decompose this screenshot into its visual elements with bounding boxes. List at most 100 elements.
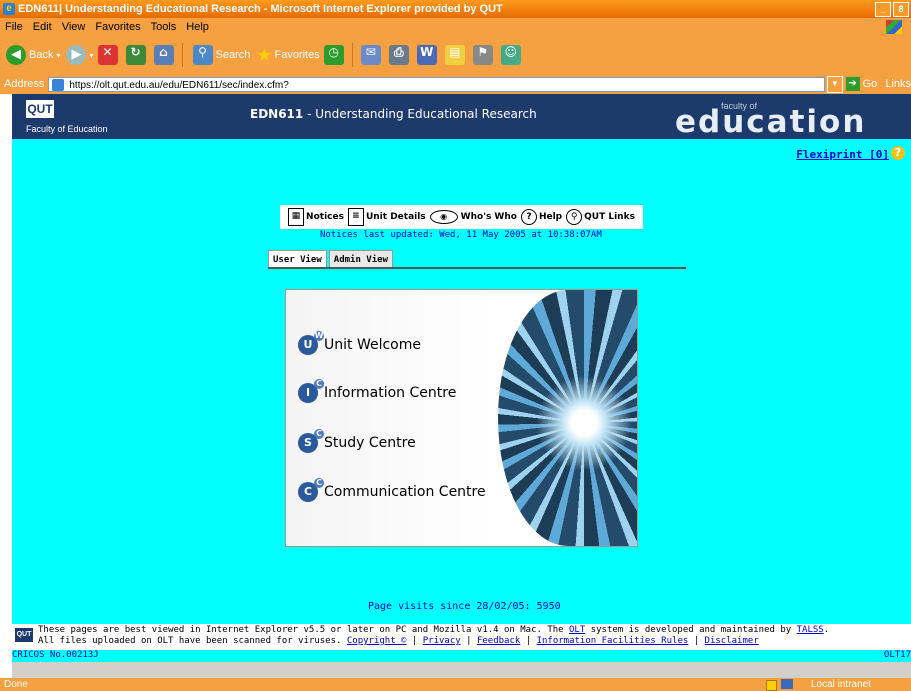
back-button[interactable]: ◀ Back ▾ [6, 45, 60, 65]
minimize-button[interactable]: _ [875, 2, 891, 17]
nav-help[interactable]: ? Help [520, 209, 562, 225]
footer-qut-logo: QUT [15, 628, 33, 642]
notices-icon: ▦ [288, 208, 305, 226]
security-zone-label: Local intranet [810, 679, 871, 690]
address-input[interactable]: https://olt.qut.edu.au/edu/EDN611/sec/in… [48, 76, 826, 92]
help-icon[interactable]: ? [891, 146, 905, 160]
status-done: Done [4, 679, 28, 690]
nav-unit-details[interactable]: ≡ Unit Details [347, 208, 426, 226]
nav-notices[interactable]: ▦ Notices [288, 208, 344, 226]
notices-updated-text: Notices last updated: Wed, 11 May 2005 a… [320, 230, 602, 240]
stop-icon[interactable]: ✕ [97, 45, 118, 65]
disclaimer-link[interactable]: Disclaimer [705, 636, 759, 646]
discuss-icon[interactable]: ▤ [444, 45, 465, 65]
menu-favorites[interactable]: Favorites [95, 21, 140, 33]
refresh-icon[interactable]: ↻ [125, 45, 146, 65]
unit-title: EDN611 - Understanding Educational Resea… [250, 107, 537, 121]
toolbar-separator [181, 43, 183, 67]
feedback-link[interactable]: Feedback [477, 636, 520, 646]
page-visits-counter: Page visits since 28/02/05: 5950 [368, 601, 561, 612]
ie-icon: e [3, 3, 15, 15]
back-dropdown-icon[interactable]: ▾ [56, 51, 60, 60]
study-centre-icon: SC [298, 429, 324, 453]
search-button[interactable]: ⚲ Search [192, 45, 250, 65]
information-centre-link[interactable]: IC Information Centre [298, 379, 456, 403]
back-arrow-icon: ◀ [6, 45, 26, 65]
information-facilities-rules-link[interactable]: Information Facilities Rules [537, 636, 689, 646]
talss-link[interactable]: TALSS [797, 625, 824, 635]
flexiprint-link[interactable]: Flexiprint [0] [796, 148, 889, 161]
page-content: QUT Faculty of Education EDN611 - Unders… [12, 94, 911, 662]
print-icon[interactable]: ⎙ [388, 45, 409, 65]
unit-nav-bar: ▦ Notices ≡ Unit Details ◉ Who's Who ? H… [280, 205, 643, 229]
window-controls: _ 8 [875, 2, 909, 17]
unit-banner: QUT Faculty of Education EDN611 - Unders… [12, 94, 911, 140]
section-links: UW Unit Welcome IC Information Centre SC… [286, 290, 491, 546]
cricos-bar: CRICOS No.00213J OLT17 [12, 650, 911, 662]
window-title-bar: e EDN611| Understanding Educational Rese… [0, 0, 911, 18]
eye-icon: ◉ [429, 210, 458, 224]
footer-links-line: All files uploaded on OLT have been scan… [38, 636, 759, 646]
menu-tools[interactable]: Tools [151, 21, 177, 33]
forward-dropdown-icon[interactable]: ▾ [89, 51, 93, 60]
privacy-link[interactable]: Privacy [423, 636, 461, 646]
menu-file[interactable]: File [5, 21, 23, 33]
unit-welcome-icon: UW [298, 331, 324, 355]
address-dropdown-icon[interactable]: ▼ [827, 75, 843, 93]
links-button[interactable]: Links [885, 78, 911, 90]
toolbar-separator [351, 43, 353, 67]
page-footer: QUT These pages are best viewed in Inter… [12, 624, 911, 650]
status-bar: Done Local intranet [0, 678, 911, 691]
information-centre-icon: IC [298, 379, 324, 403]
windows-logo-icon [886, 20, 902, 34]
search-icon: ⚲ [192, 45, 213, 65]
nav-whos-who[interactable]: ◉ Who's Who [429, 210, 517, 224]
history-icon[interactable]: ◷ [323, 45, 344, 65]
education-wordmark: education [675, 104, 867, 140]
intranet-zone-icon [781, 679, 793, 689]
unit-welcome-link[interactable]: UW Unit Welcome [298, 331, 421, 355]
cricos-number: CRICOS No.00213J [12, 650, 99, 660]
study-centre-link[interactable]: SC Study Centre [298, 429, 416, 453]
go-button[interactable]: ➔ Go [845, 77, 877, 91]
communication-centre-link[interactable]: CC Communication Centre [298, 478, 486, 502]
menu-help[interactable]: Help [186, 21, 209, 33]
olt-link[interactable]: OLT [569, 625, 585, 635]
research-icon[interactable]: ⚑ [472, 45, 493, 65]
browser-toolbar: ◀ Back ▾ ▶ ▾ ✕ ↻ ⌂ ⚲ Search ★ Favorites … [0, 36, 911, 74]
window-title: EDN611| Understanding Educational Resear… [18, 3, 503, 15]
nav-qut-links[interactable]: ⚲ QUT Links [566, 209, 635, 225]
footer-browser-note: These pages are best viewed in Internet … [38, 625, 830, 635]
forward-arrow-icon: ▶ [66, 45, 87, 65]
view-tabs: User View Admin View [268, 250, 393, 269]
address-bar: Address https://olt.qut.edu.au/edu/EDN61… [0, 74, 911, 94]
star-icon: ★ [256, 44, 273, 65]
tab-divider [268, 267, 686, 269]
copyright-link[interactable]: Copyright © [347, 636, 407, 646]
faculty-label: Faculty of Education [26, 124, 108, 134]
communication-centre-icon: CC [298, 478, 324, 502]
address-label: Address [4, 78, 45, 90]
menu-bar: File Edit View Favorites Tools Help [0, 18, 911, 36]
help-question-icon: ? [520, 209, 537, 225]
lock-icon [766, 680, 777, 691]
edit-word-icon[interactable]: W [416, 45, 437, 65]
faculty-of-label: faculty of [721, 101, 758, 111]
favorites-button[interactable]: ★ Favorites [256, 45, 319, 66]
qut-logo[interactable]: QUT [26, 100, 54, 118]
go-arrow-icon: ➔ [845, 77, 860, 91]
page-icon [52, 78, 65, 91]
mail-icon[interactable]: ✉ [360, 45, 381, 65]
menu-edit[interactable]: Edit [33, 21, 52, 33]
unit-details-icon: ≡ [347, 208, 364, 226]
decorative-burst-image [498, 290, 637, 546]
maximize-button[interactable]: 8 [893, 2, 909, 17]
home-icon[interactable]: ⌂ [153, 45, 174, 65]
messenger-icon[interactable]: ☺ [500, 45, 521, 65]
forward-button[interactable]: ▶ ▾ [66, 45, 94, 65]
section-menu-panel: UW Unit Welcome IC Information Centre SC… [285, 289, 638, 547]
olt-code: OLT17 [883, 650, 911, 660]
page-left-edge [0, 94, 12, 678]
magnifier-icon: ⚲ [566, 209, 583, 225]
menu-view[interactable]: View [62, 21, 86, 33]
